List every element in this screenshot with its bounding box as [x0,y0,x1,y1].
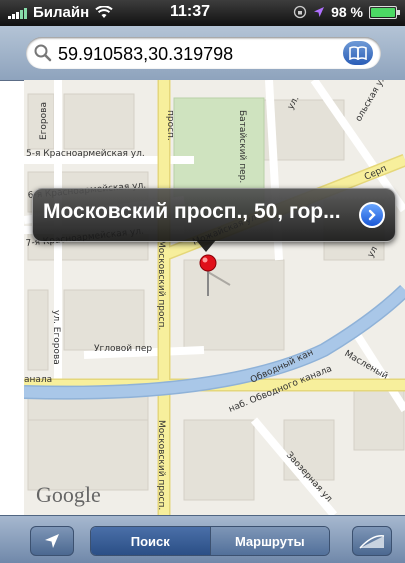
signal-strength-icon [8,7,27,19]
carrier-group: Билайн [8,4,113,21]
bottom-toolbar: Поиск Маршруты [0,515,405,563]
street-label: Московский просп. [156,420,166,510]
status-bar: Билайн 11:37 98 % [0,0,405,26]
street-label: просп. [165,110,175,141]
location-callout[interactable]: Московский просп., 50, гор... [32,188,396,252]
search-input[interactable] [56,41,330,67]
segment-directions[interactable]: Маршруты [209,527,329,555]
street-label: Угловой пер [94,344,152,354]
street-label: анала [24,375,52,385]
mode-segmented-control: Поиск Маршруты [90,526,330,556]
street-label: Егорова [39,102,49,140]
street-label: Батайский пер. [237,110,247,183]
locate-me-button[interactable] [30,526,74,556]
page-curl-button[interactable] [352,526,392,556]
rotation-lock-icon [293,5,307,19]
page-curl-icon [359,535,385,549]
status-right-group: 98 % [293,4,400,20]
location-services-icon [314,7,325,17]
battery-icon [369,5,400,19]
location-arrow-icon [45,534,59,548]
search-bar [0,26,405,81]
disclosure-arrow-icon [368,209,376,221]
callout-tail [196,240,216,252]
search-icon [34,44,52,62]
google-attribution: Google [36,482,101,507]
bookmarks-button[interactable] [343,41,373,65]
bookmarks-book-icon [349,46,367,60]
callout-title: Московский просп., 50, гор... [43,200,341,223]
disclosure-button[interactable] [359,202,385,228]
street-label: 5-я Красноармейская ул. [26,149,145,159]
map-canvas: Егорова 5-я Красноармейская ул. 6-я Крас… [24,80,405,515]
street-label: ул. Егорова [51,310,61,365]
battery-percent: 98 % [331,4,363,20]
search-field[interactable] [26,37,381,69]
clock: 11:37 [170,3,211,20]
segment-search[interactable]: Поиск [91,527,210,555]
battery-level-fill [371,7,395,17]
wifi-icon [95,6,113,18]
street-label: Московский просп. [156,240,166,330]
carrier-name: Билайн [33,4,90,21]
maps-app-screen: Билайн 11:37 98 % 59.910583,30.319798 Ег… [0,0,405,563]
map-view[interactable]: Егорова 5-я Красноармейская ул. 6-я Крас… [24,80,405,515]
